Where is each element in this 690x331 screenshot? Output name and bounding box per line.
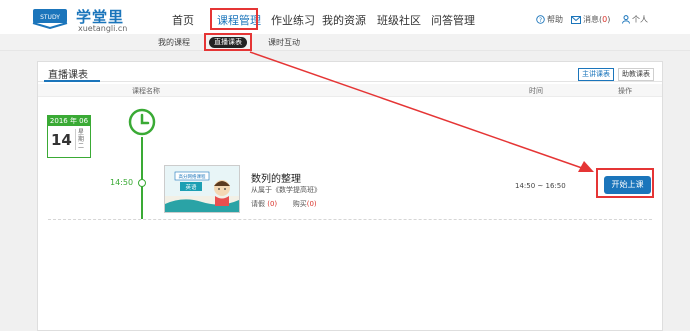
course-thumbnail[interactable]: 高分网络课程 英语 xyxy=(164,165,240,213)
nav-homework[interactable]: 作业练习 xyxy=(271,12,315,28)
help-link[interactable]: ? 帮助 xyxy=(536,14,563,25)
date-month: 2016 年 06月 xyxy=(48,116,90,135)
column-course-name: 课程名称 xyxy=(132,87,160,95)
column-action: 操作 xyxy=(618,87,632,95)
profile-link[interactable]: 个人 xyxy=(622,14,648,25)
messages-link[interactable]: 消息(0) xyxy=(571,14,610,25)
annotation-box-subnav xyxy=(204,33,252,51)
table-header: 课程名称 时间 操作 xyxy=(38,84,662,97)
date-day: 14 xyxy=(51,131,72,149)
annotation-box-start xyxy=(596,168,654,198)
nav-my-resources[interactable]: 我的资源 xyxy=(322,12,366,28)
svg-text:STUDY: STUDY xyxy=(40,14,60,21)
nav-qa-management[interactable]: 问答管理 xyxy=(431,12,475,28)
timeline-line xyxy=(141,137,143,219)
logo-badge-icon: STUDY xyxy=(32,9,68,29)
column-time: 时间 xyxy=(529,87,543,95)
card-title-divider xyxy=(38,81,662,82)
mail-icon xyxy=(571,15,581,24)
user-icon xyxy=(622,15,630,24)
date-card: 2016 年 06月 14 星期二 xyxy=(47,115,91,158)
svg-text:?: ? xyxy=(539,18,542,24)
lesson-stats: 请假 (0) 购买(0) xyxy=(251,199,317,209)
clock-icon xyxy=(128,108,156,136)
lesson-time-range: 14:50 ~ 16:50 xyxy=(515,182,566,190)
tab-assistant-schedule[interactable]: 助教课表 xyxy=(618,68,654,81)
card-title: 直播课表 xyxy=(48,70,88,81)
site-logo[interactable]: STUDY 学堂里 xuetangli.cn xyxy=(30,6,130,33)
profile-label: 个人 xyxy=(632,15,648,24)
top-navbar: STUDY 学堂里 xuetangli.cn 首页 课程管理 作业练习 我的资源… xyxy=(0,0,690,35)
buy-label: 购买 xyxy=(292,200,307,208)
annotation-box-nav xyxy=(210,8,258,30)
svg-text:高分网络课程: 高分网络课程 xyxy=(179,173,206,180)
help-icon: ? xyxy=(536,15,545,24)
leave-label: 请假 xyxy=(251,200,265,208)
subnav-my-courses[interactable]: 我的课程 xyxy=(158,37,190,48)
lesson-title[interactable]: 数列的整理 xyxy=(251,170,301,185)
leave-count: (0) xyxy=(267,200,278,208)
nav-class-community[interactable]: 班级社区 xyxy=(377,12,421,28)
subnav-lesson-interaction[interactable]: 课时互动 xyxy=(268,37,300,48)
sub-navbar: 我的课程 课时互动 xyxy=(0,34,690,51)
nav-home[interactable]: 首页 xyxy=(172,12,194,28)
timeline-time: 14:50 xyxy=(110,178,134,187)
row-divider xyxy=(48,219,652,220)
buy-count: (0) xyxy=(306,200,317,208)
date-weekday: 星期二 xyxy=(75,129,88,150)
tab-lecturer-schedule[interactable]: 主讲课表 xyxy=(578,68,614,81)
brand-domain: xuetangli.cn xyxy=(78,24,128,33)
messages-label: 消息 xyxy=(583,15,599,24)
lesson-course: 从属于《数学提高班》 xyxy=(251,186,321,194)
help-label: 帮助 xyxy=(547,15,563,24)
card-title-underline xyxy=(44,80,100,82)
svg-text:英语: 英语 xyxy=(185,183,197,191)
timeline-dot xyxy=(138,179,146,187)
live-schedule-card: 直播课表 主讲课表 助教课表 课程名称 时间 操作 2016 年 06月 14 … xyxy=(37,61,663,331)
